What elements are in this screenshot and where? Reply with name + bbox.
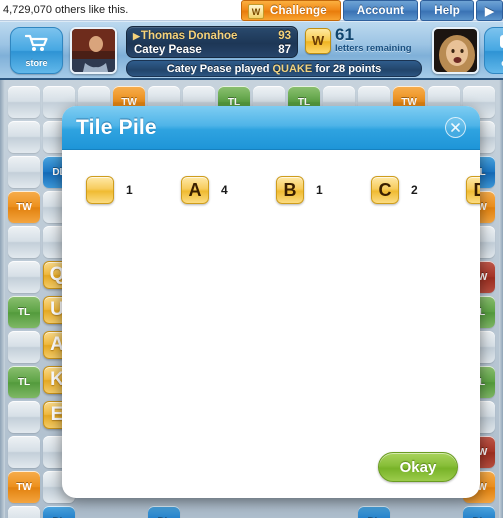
dialog-header: Tile Pile bbox=[62, 106, 480, 150]
player-one-score: 93 bbox=[278, 30, 291, 42]
dialog-title: Tile Pile bbox=[76, 115, 157, 139]
tile-count: 1 bbox=[316, 183, 323, 197]
close-icon[interactable] bbox=[445, 117, 466, 138]
avatar-player-two[interactable] bbox=[432, 27, 479, 74]
board-cell[interactable]: DL bbox=[148, 506, 180, 518]
top-navigation-bar: 4,729,070 others like this. W Challenge … bbox=[0, 0, 503, 21]
tile-count: 2 bbox=[411, 183, 418, 197]
game-header-bar: store ▶ Thomas Donahoe 93 Catey Pease 87 bbox=[0, 21, 503, 78]
board-cell[interactable] bbox=[8, 331, 40, 363]
help-button-label: Help bbox=[434, 4, 460, 17]
avatar-player-one[interactable] bbox=[70, 27, 117, 74]
okay-button-label: Okay bbox=[399, 458, 437, 476]
board-cell[interactable]: TL bbox=[8, 296, 40, 328]
wordfeud-chip-icon: W bbox=[248, 4, 265, 19]
letter-tile-a: A bbox=[181, 176, 209, 204]
board-edge-right bbox=[499, 80, 503, 518]
tile-pile-grid: 1A4B1C2D3E10F2G2H2I5J0K1L2M2N5O7P1Q0R3S3… bbox=[86, 172, 480, 208]
board-cell[interactable] bbox=[8, 226, 40, 258]
tile-pile-dialog: Tile Pile 1A4B1C2D3E10F2G2H2I5J0K1L2M2N5… bbox=[62, 106, 480, 498]
board-cell[interactable]: DL bbox=[43, 506, 75, 518]
tile-count: 1 bbox=[126, 183, 133, 197]
account-button-label: Account bbox=[356, 4, 405, 17]
tile-pile-entry: 1 bbox=[86, 172, 181, 208]
store-button[interactable]: store bbox=[10, 27, 63, 74]
letters-remaining-count: 61 bbox=[335, 25, 354, 44]
board-cell[interactable] bbox=[8, 121, 40, 153]
shopping-cart-icon bbox=[24, 34, 49, 57]
chevron-right-icon: ▶ bbox=[484, 5, 494, 18]
letter-tile-d: D bbox=[466, 176, 480, 204]
speech-bubble-icon bbox=[499, 34, 503, 57]
challenge-button[interactable]: W Challenge bbox=[241, 0, 341, 21]
player-two-score: 87 bbox=[278, 44, 291, 56]
board-cell[interactable]: DL bbox=[358, 506, 390, 518]
board-cell[interactable]: TW bbox=[8, 471, 40, 503]
last-move-prefix: Catey Pease played bbox=[166, 62, 270, 75]
turn-indicator-icon: ▶ bbox=[133, 30, 140, 41]
score-row-player-two: Catey Pease 87 bbox=[133, 43, 291, 57]
score-panel: ▶ Thomas Donahoe 93 Catey Pease 87 bbox=[126, 26, 298, 58]
letters-remaining-indicator[interactable]: W 61 letters remaining bbox=[305, 25, 412, 54]
board-cell[interactable] bbox=[8, 156, 40, 188]
store-button-label: store bbox=[25, 57, 48, 68]
board-cell[interactable]: DL bbox=[463, 506, 495, 518]
tile-count: 4 bbox=[221, 183, 228, 197]
tile-pile-entry: D3 bbox=[466, 172, 480, 208]
player-two-name: Catey Pease bbox=[134, 44, 202, 56]
last-move-word: QUAKE bbox=[272, 62, 313, 75]
last-move-banner: Catey Pease played QUAKE for 28 points bbox=[126, 60, 422, 77]
last-move-suffix: for 28 points bbox=[315, 62, 382, 75]
player-one-name: Thomas Donahoe bbox=[140, 30, 238, 42]
tile-pile-entry: B1 bbox=[276, 172, 371, 208]
overflow-nav-button[interactable]: ▶ bbox=[475, 0, 503, 21]
tile-pile-entry: C2 bbox=[371, 172, 466, 208]
wordfeud-game-screen: 4,729,070 others like this. W Challenge … bbox=[0, 0, 503, 518]
wordfeud-tile-icon: W bbox=[305, 27, 331, 54]
board-edge-left bbox=[0, 80, 5, 518]
dialog-body: 1A4B1C2D3E10F2G2H2I5J0K1L2M2N5O7P1Q0R3S3… bbox=[62, 150, 480, 498]
letter-tile-c: C bbox=[371, 176, 399, 204]
account-button[interactable]: Account bbox=[342, 0, 419, 21]
board-cell[interactable]: TL bbox=[8, 366, 40, 398]
chat-button[interactable]: chat bbox=[484, 27, 503, 74]
okay-button[interactable]: Okay bbox=[378, 452, 458, 482]
score-row-player-one: ▶ Thomas Donahoe 93 bbox=[133, 29, 291, 43]
help-button[interactable]: Help bbox=[420, 0, 474, 21]
letter-tile-blank bbox=[86, 176, 114, 204]
board-cell[interactable] bbox=[8, 261, 40, 293]
board-cell[interactable] bbox=[8, 86, 40, 118]
board-cell[interactable] bbox=[8, 506, 40, 518]
tile-pile-entry: A4 bbox=[181, 172, 276, 208]
board-cell[interactable]: TW bbox=[8, 191, 40, 223]
board-cell[interactable] bbox=[8, 436, 40, 468]
challenge-button-label: Challenge bbox=[270, 4, 327, 17]
nav-button-group: W Challenge Account Help ▶ bbox=[241, 0, 503, 21]
like-count-text: 4,729,070 others like this. bbox=[3, 4, 129, 16]
letter-tile-b: B bbox=[276, 176, 304, 204]
board-cell[interactable] bbox=[8, 401, 40, 433]
letters-remaining-label: letters remaining bbox=[335, 43, 412, 54]
